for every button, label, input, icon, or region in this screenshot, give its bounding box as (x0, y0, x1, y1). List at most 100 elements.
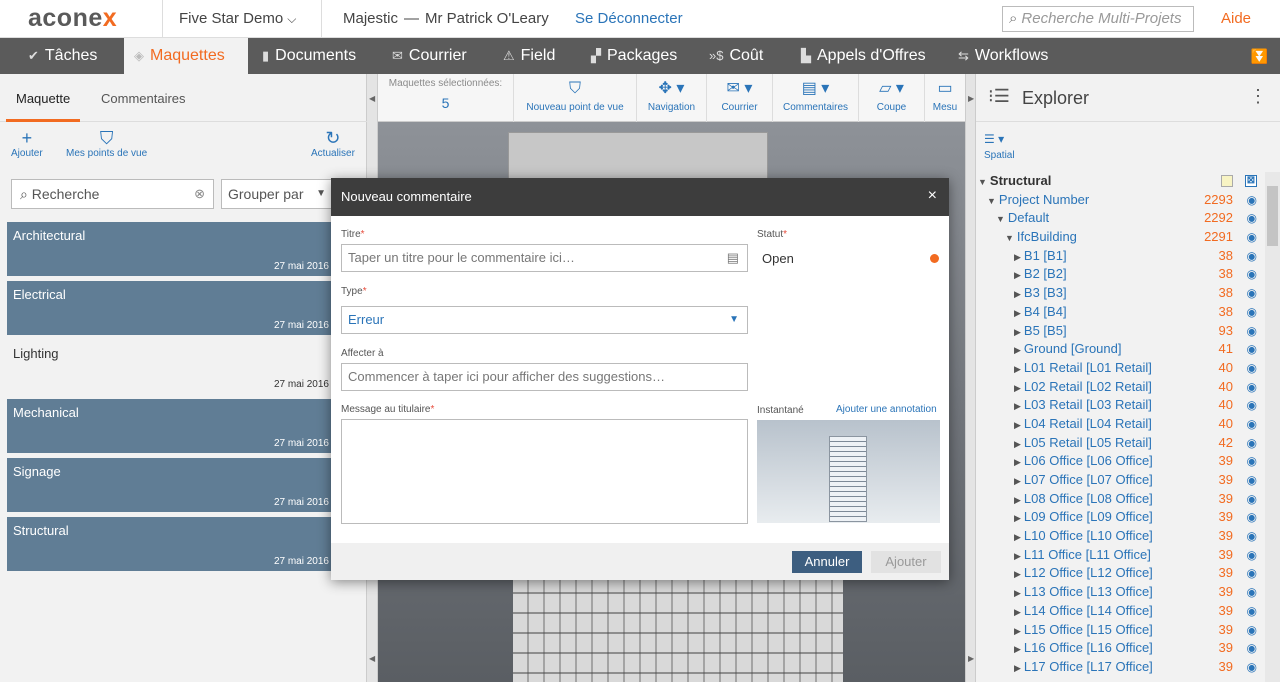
caret-right-icon[interactable]: ▶ (1014, 495, 1021, 505)
eye-icon[interactable]: ◉ (1247, 191, 1257, 210)
tree-node[interactable]: ▶ B2 [B2] 38 ◉ (976, 265, 1271, 284)
caret-down-icon[interactable]: ▼ (978, 177, 987, 187)
nav-item-taches[interactable]: ✔ Tâches (28, 38, 97, 74)
caret-right-icon[interactable]: ▶ (1014, 588, 1021, 598)
add-model-button[interactable]: + Ajouter (11, 128, 43, 159)
eye-icon[interactable]: ◉ (1247, 546, 1257, 565)
new-viewpoint-button[interactable]: ⛉ Nouveau point de vue (514, 74, 637, 122)
close-icon[interactable]: × (928, 187, 937, 205)
eye-icon[interactable]: ◉ (1247, 415, 1257, 434)
refresh-button[interactable]: ↻ Actualiser (311, 128, 355, 159)
eye-icon[interactable]: ◉ (1247, 209, 1257, 228)
tree-node[interactable]: ▶ Ground [Ground] 41 ◉ (976, 340, 1271, 359)
caret-right-icon[interactable]: ▶ (1014, 364, 1021, 374)
nav-item-cout[interactable]: »$ Coût (709, 38, 763, 74)
logout-link[interactable]: Se Déconnecter (575, 0, 683, 38)
caret-right-icon[interactable]: ▶ (1014, 663, 1021, 673)
cancel-button[interactable]: Annuler (792, 551, 862, 573)
select-all-icon[interactable]: ⊠ (1245, 175, 1257, 187)
tree-node[interactable]: ▶ L01 Retail [L01 Retail] 40 ◉ (976, 359, 1271, 378)
nav-item-appels-doffres[interactable]: ▙ Appels d'Offres (801, 38, 926, 74)
tree-node[interactable]: ▶ B5 [B5] 93 ◉ (976, 322, 1271, 341)
add-annotation-link[interactable]: Ajouter une annotation (836, 404, 937, 415)
help-link[interactable]: Aide (1221, 0, 1251, 38)
tree-node[interactable]: ▶ L07 Office [L07 Office] 39 ◉ (976, 471, 1271, 490)
caret-right-icon[interactable]: ▶ (1014, 607, 1021, 617)
tree-node[interactable]: ▶ L03 Retail [L03 Retail] 40 ◉ (976, 396, 1271, 415)
caret-right-icon[interactable]: ▶ (1014, 457, 1021, 467)
status-value[interactable]: Open (762, 251, 794, 266)
tab-maquette[interactable]: Maquette (6, 74, 81, 122)
eye-icon[interactable]: ◉ (1247, 284, 1257, 303)
eye-icon[interactable]: ◉ (1247, 621, 1257, 640)
tree-node[interactable]: ▶ L17 Office [L17 Office] 39 ◉ (976, 658, 1271, 677)
color-swatch-icon[interactable] (1221, 175, 1233, 187)
courrier-button[interactable]: ✉ ▾ Courrier (707, 74, 773, 122)
eye-icon[interactable]: ◉ (1247, 452, 1257, 471)
message-textarea[interactable] (341, 419, 748, 524)
caret-right-icon[interactable]: ▶ (1014, 327, 1021, 337)
caret-right-icon[interactable]: ▶ (1014, 644, 1021, 654)
caret-down-icon[interactable]: ▼ (1005, 233, 1014, 243)
more-options-icon[interactable]: ⋮ (1249, 86, 1267, 107)
comments-button[interactable]: ▤ ▾ Commentaires (773, 74, 859, 122)
tree-node[interactable]: ▶ L05 Retail [L05 Retail] 42 ◉ (976, 434, 1271, 453)
caret-right-icon[interactable]: ▶ (1014, 420, 1021, 430)
caret-right-icon[interactable]: ▶ (1014, 345, 1021, 355)
tree-node[interactable]: ▶ L02 Retail [L02 Retail] 40 ◉ (976, 378, 1271, 397)
eye-icon[interactable]: ◉ (1247, 658, 1257, 677)
caret-right-icon[interactable]: ▶ (1014, 551, 1021, 561)
caret-right-icon[interactable]: ▶ (1014, 289, 1021, 299)
section-cut-button[interactable]: ▱ ▾ Coupe (859, 74, 925, 122)
eye-icon[interactable]: ◉ (1247, 265, 1257, 284)
list-item[interactable]: Mechanical 27 mai 2016 (7, 399, 337, 453)
eye-icon[interactable]: ◉ (1247, 602, 1257, 621)
tree-node[interactable]: ▶ L15 Office [L15 Office] 39 ◉ (976, 621, 1271, 640)
nav-item-workflows[interactable]: ⇆ Workflows (958, 38, 1048, 74)
eye-icon[interactable]: ◉ (1247, 508, 1257, 527)
list-item[interactable]: Architectural 27 mai 2016 (7, 222, 337, 276)
tree-node[interactable]: ▶ L13 Office [L13 Office] 39 ◉ (976, 583, 1271, 602)
tree-node[interactable]: ▼ Default 2292 ◉ (976, 209, 1271, 228)
spatial-view-button[interactable]: ☰ ▾ Spatial (984, 132, 1015, 161)
tree-node[interactable]: ▶ B3 [B3] 38 ◉ (976, 284, 1271, 303)
tree-node[interactable]: ▼ Structural ⊠ (976, 172, 1271, 191)
caret-right-icon[interactable]: ▶ (1014, 532, 1021, 542)
collapse-right-handle[interactable]: ▶ ▶ (966, 74, 976, 682)
chevron-double-down-icon[interactable]: ⏬ (1251, 38, 1268, 74)
nav-item-maquettes[interactable]: ◈ Maquettes (124, 38, 248, 74)
add-button[interactable]: Ajouter (871, 551, 941, 573)
eye-icon[interactable]: ◉ (1247, 564, 1257, 583)
aconex-logo[interactable]: aconex (28, 4, 117, 33)
tree-node[interactable]: ▶ L09 Office [L09 Office] 39 ◉ (976, 508, 1271, 527)
caret-down-icon[interactable]: ▼ (996, 214, 1005, 224)
caret-right-icon[interactable]: ▶ (1014, 308, 1021, 318)
caret-right-icon[interactable]: ▶ (1014, 383, 1021, 393)
eye-icon[interactable]: ◉ (1247, 378, 1257, 397)
measure-button[interactable]: ▭ Mesu (925, 74, 965, 122)
eye-icon[interactable]: ◉ (1247, 303, 1257, 322)
navigation-button[interactable]: ✥ ▾ Navigation (637, 74, 707, 122)
caret-right-icon[interactable]: ▶ (1014, 270, 1021, 280)
project-selector[interactable]: Five Star Demo ⌵ (162, 0, 322, 38)
list-item[interactable]: Signage 27 mai 2016 (7, 458, 337, 512)
tree-node[interactable]: ▶ L06 Office [L06 Office] 39 ◉ (976, 452, 1271, 471)
caret-right-icon[interactable]: ▶ (1014, 626, 1021, 636)
eye-icon[interactable]: ◉ (1247, 527, 1257, 546)
eye-icon[interactable]: ◉ (1247, 396, 1257, 415)
tree-node[interactable]: ▶ L10 Office [L10 Office] 39 ◉ (976, 527, 1271, 546)
caret-right-icon[interactable]: ▶ (1014, 439, 1021, 449)
clear-icon[interactable]: ⊗ (194, 180, 205, 208)
caret-right-icon[interactable]: ▶ (1014, 476, 1021, 486)
nav-item-packages[interactable]: ▞ Packages (591, 38, 677, 74)
type-select[interactable]: Erreur ▼ (341, 306, 748, 334)
eye-icon[interactable]: ◉ (1247, 471, 1257, 490)
list-item[interactable]: Lighting 27 mai 2016 (7, 340, 337, 394)
eye-icon[interactable]: ◉ (1247, 490, 1257, 509)
eye-icon[interactable]: ◉ (1247, 322, 1257, 341)
model-search-input[interactable]: ⌕ Recherche ⊗ (11, 179, 214, 209)
eye-icon[interactable]: ◉ (1247, 247, 1257, 266)
tree-node[interactable]: ▼ IfcBuilding 2291 ◉ (976, 228, 1271, 247)
eye-icon[interactable]: ◉ (1247, 434, 1257, 453)
caret-right-icon[interactable]: ▶ (1014, 252, 1021, 262)
